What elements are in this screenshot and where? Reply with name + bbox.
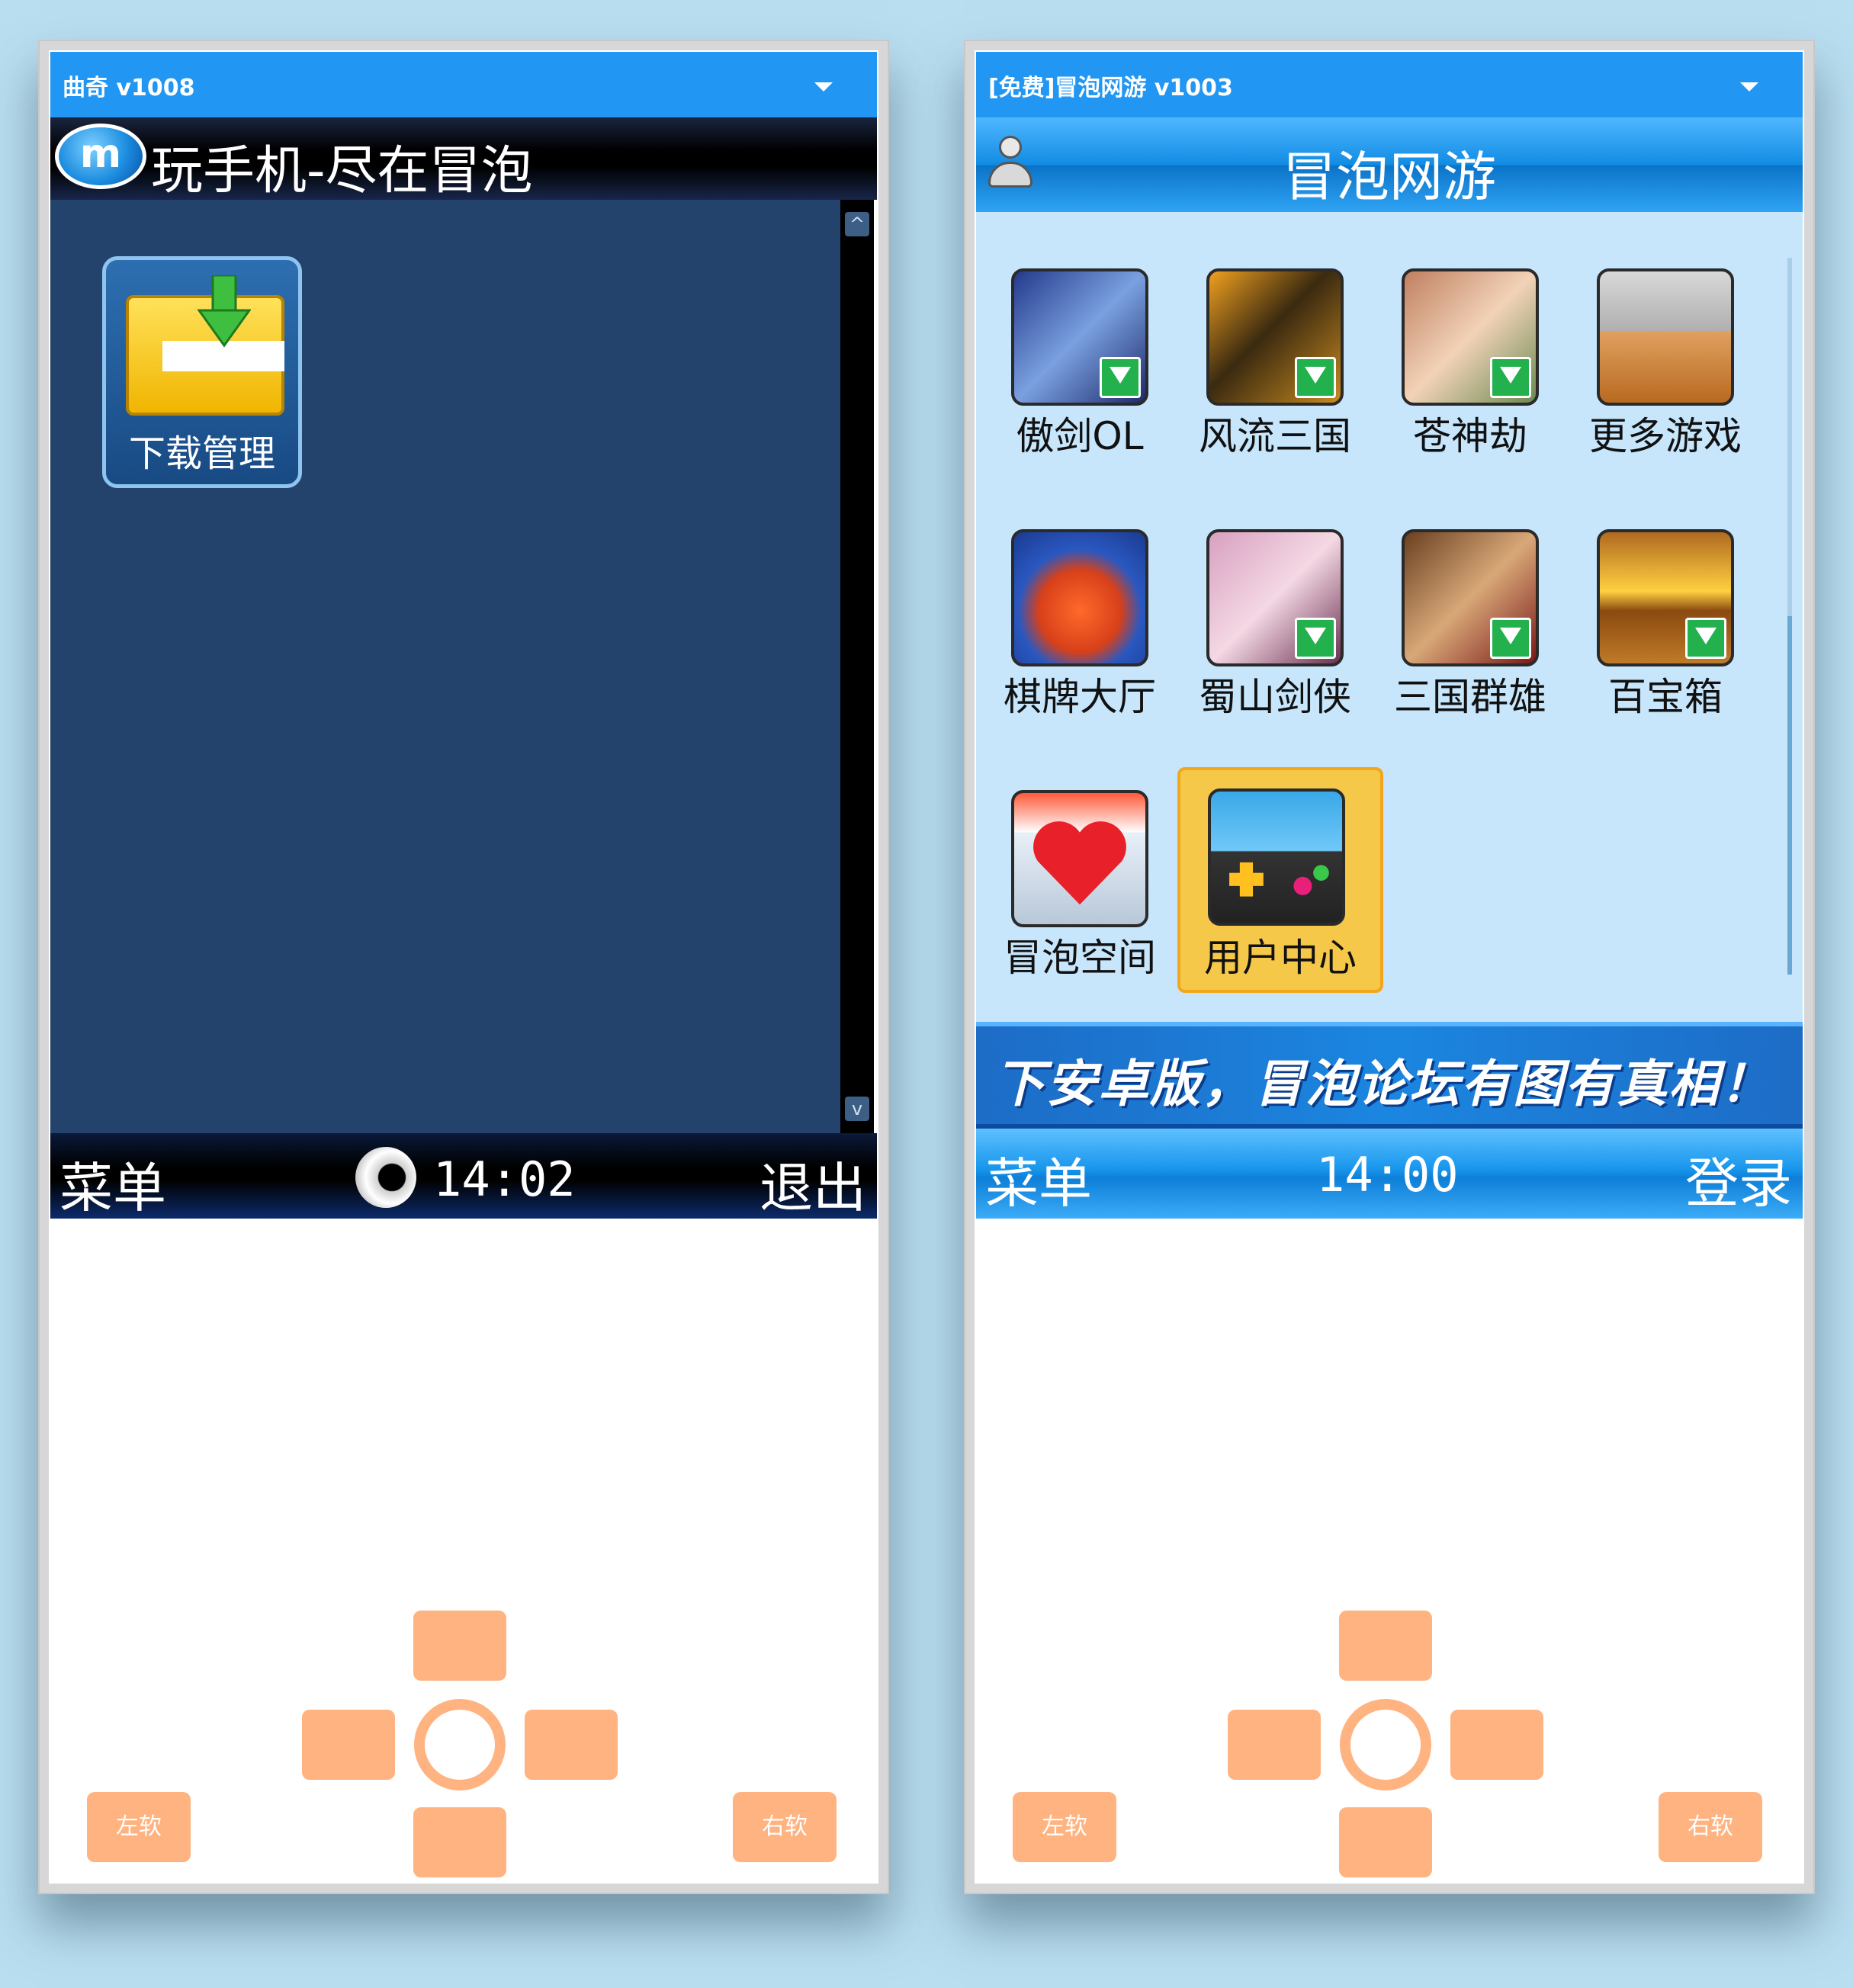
scroll-up-icon[interactable]: ^ [845,212,869,236]
right-emulator-window: [免费]冒泡网游 v1003 冒泡网游 傲剑OL 风流三国 苍神劫 更多游戏 棋… [964,40,1815,1894]
right-softkey-bar: 菜单 14:00 登录 [976,1129,1803,1219]
download-manager-label: 下载管理 [128,432,275,475]
left-emulator-screen: 曲奇 v1008 m 玩手机-尽在冒泡 下载管理 ^ v 菜单 14:02 退出… [50,52,877,1882]
user-center-icon [1208,788,1345,926]
game-label: 傲剑OL [1016,414,1144,458]
maopao-space-icon [1011,790,1148,927]
shushan-jianxia-game-icon [1206,529,1344,666]
maopao-logo-icon: m [55,124,146,189]
download-badge-icon [1100,357,1141,398]
dpad-up-button[interactable] [413,1611,506,1681]
heart-icon [1033,821,1126,905]
download-badge-icon [1490,618,1531,659]
game-label: 棋牌大厅 [1004,675,1156,719]
softkey-menu[interactable]: 菜单 [985,1141,1092,1218]
left-window-title: 曲奇 v1008 [63,75,195,101]
clock: 14:02 [433,1151,576,1207]
game-label: 更多游戏 [1589,414,1742,458]
softkey-menu[interactable]: 菜单 [59,1145,166,1222]
dpad-right-button[interactable] [1450,1710,1543,1780]
header-title: 冒泡网游 [1283,146,1496,208]
aojian-game-icon [1011,268,1148,406]
treasure-box-icon [1597,529,1734,666]
right-window-title: [免费]冒泡网游 v1003 [988,75,1233,101]
softkey-login[interactable]: 登录 [1685,1141,1792,1218]
game-item[interactable]: 风流三国 [1171,253,1351,458]
left-scrollbar[interactable]: ^ v [840,200,874,1133]
right-soft-button[interactable]: 右软 [1659,1792,1762,1862]
chess-card-hall-icon [1011,529,1148,666]
game-item[interactable]: 苍神劫 [1366,253,1542,458]
game-label: 冒泡空间 [1004,936,1156,980]
game-item-selected[interactable]: 用户中心 [1177,767,1383,993]
game-label: 蜀山剑侠 [1199,675,1351,719]
download-manager-tile[interactable]: 下载管理 [102,256,302,488]
dpad-down-button[interactable] [1339,1807,1432,1877]
banner-text: 下安卓版，冒泡论坛有图有真相！ [994,1055,1772,1113]
right-titlebar[interactable]: [免费]冒泡网游 v1003 [976,52,1803,117]
right-scrollbar[interactable] [1787,258,1792,975]
dropdown-caret-icon[interactable] [1740,82,1758,92]
dpad-up-button[interactable] [1339,1611,1432,1681]
game-label: 三国群雄 [1394,675,1546,719]
softkey-exit[interactable]: 退出 [760,1145,866,1222]
promo-banner[interactable]: 下安卓版，冒泡论坛有图有真相！ [976,1022,1803,1129]
more-games-icon [1597,268,1734,406]
dpad-center-button[interactable] [414,1699,506,1790]
download-badge-icon [1295,357,1336,398]
dpad-down-button[interactable] [413,1807,506,1877]
game-item[interactable]: 更多游戏 [1562,253,1742,458]
dropdown-caret-icon[interactable] [814,82,833,92]
sanguo-qunxiong-game-icon [1402,529,1539,666]
cangshenjie-game-icon [1402,268,1539,406]
game-label: 苍神劫 [1413,414,1527,458]
header-slogan: 玩手机-尽在冒泡 [151,141,533,201]
left-soft-button[interactable]: 左软 [1013,1792,1116,1862]
dpad-right-button[interactable] [525,1710,618,1780]
right-soft-button[interactable]: 右软 [733,1792,837,1862]
game-item[interactable]: 棋牌大厅 [976,514,1156,719]
game-grid: 傲剑OL 风流三国 苍神劫 更多游戏 棋牌大厅 蜀山剑侠 三国群雄 百宝箱 冒泡… [976,212,1803,1022]
game-item[interactable]: 百宝箱 [1562,514,1737,719]
left-soft-button[interactable]: 左软 [87,1792,191,1862]
download-badge-icon [1685,618,1726,659]
right-app-header: 冒泡网游 [976,117,1803,212]
left-emulator-window: 曲奇 v1008 m 玩手机-尽在冒泡 下载管理 ^ v 菜单 14:02 退出… [38,40,889,1894]
left-app-content: 下载管理 [50,200,840,1133]
download-badge-icon [1490,357,1531,398]
left-titlebar[interactable]: 曲奇 v1008 [50,52,877,117]
game-label: 风流三国 [1199,414,1351,458]
clock: 14:00 [1316,1147,1459,1203]
download-badge-icon [1295,618,1336,659]
download-arrow-icon [198,275,251,348]
game-item[interactable]: 三国群雄 [1366,514,1546,719]
c-logo-icon [355,1147,416,1208]
game-label: 百宝箱 [1608,675,1723,719]
right-emulator-screen: [免费]冒泡网游 v1003 冒泡网游 傲剑OL 风流三国 苍神劫 更多游戏 棋… [976,52,1803,1882]
game-label: 用户中心 [1204,936,1357,980]
dpad-left-button[interactable] [1228,1710,1321,1780]
fengliu-sanguo-game-icon [1206,268,1344,406]
dpad-center-button[interactable] [1340,1699,1431,1790]
game-item[interactable]: 傲剑OL [976,253,1151,458]
scroll-down-icon[interactable]: v [845,1097,869,1121]
gamepad-icon [1229,862,1329,897]
left-app-header: m 玩手机-尽在冒泡 [50,117,877,201]
game-item[interactable]: 冒泡空间 [976,775,1156,980]
left-softkey-bar: 菜单 14:02 退出 [50,1133,877,1219]
dpad-left-button[interactable] [302,1710,395,1780]
game-item[interactable]: 蜀山剑侠 [1171,514,1351,719]
